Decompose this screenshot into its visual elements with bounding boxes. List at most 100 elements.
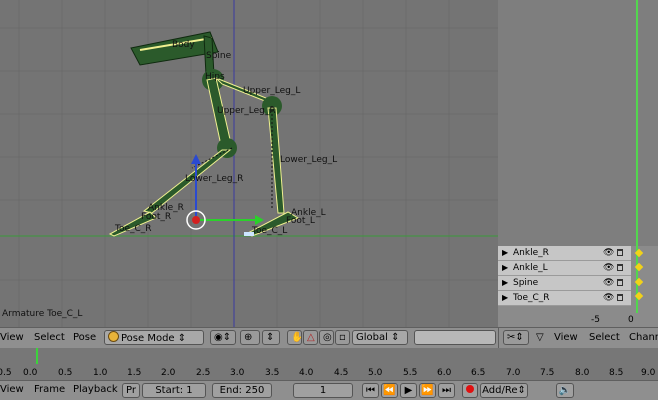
preview-range-button[interactable]: Pr [122, 383, 140, 398]
action-editor-ruler: -5 0 [498, 313, 658, 327]
channel-list: ▶ Ankle_R 👁 ▶ Ankle_L 👁 ▶ Spine 👁 ▶ Toe_C_R 👁 [498, 246, 631, 306]
bone-label-spine: Spine [206, 51, 232, 61]
tick-label: 8.0 [575, 368, 590, 378]
channel-row[interactable]: ▶ Ankle_L 👁 [498, 261, 631, 276]
scale-toggle[interactable]: ▫ [335, 330, 350, 345]
tick-label: 3.0 [230, 368, 245, 378]
bone-label-body: Body [172, 40, 195, 50]
manipulator-y-arrow[interactable] [255, 215, 264, 225]
pivot-icon: ⊕ [244, 332, 253, 343]
ipo-menu-channel[interactable]: Channel [629, 332, 658, 343]
channel-name: Spine [513, 278, 539, 288]
manipulator-z-arrow[interactable] [191, 154, 201, 164]
jump-end-button[interactable]: ⏭ [438, 383, 455, 398]
tick-label: 8.5 [609, 368, 624, 378]
eye-icon[interactable]: 👁 [603, 261, 614, 275]
tick-label: 1.0 [93, 368, 108, 378]
keying-mode-select[interactable]: Add/Re⇕ [480, 383, 528, 398]
next-key-icon: ⏩ [421, 385, 434, 396]
footer-menu-playback[interactable]: Playback [73, 384, 118, 395]
triangle-icon: △ [307, 332, 315, 343]
bone-label-foot-r: Foot_R [141, 212, 172, 222]
tick-label: 5.0 [368, 368, 383, 378]
footer-menu-view[interactable]: View [0, 384, 24, 395]
end-frame-field[interactable]: End: 250 [212, 383, 272, 398]
expand-triangle-icon[interactable]: ▶ [502, 276, 508, 290]
prev-key-icon: ⏪ [383, 385, 396, 396]
next-key-button[interactable]: ⏩ [419, 383, 436, 398]
channel-row[interactable]: ▶ Ankle_R 👁 [498, 246, 631, 261]
ipo-menu-view[interactable]: View [554, 332, 578, 343]
eye-icon[interactable]: 👁 [603, 246, 614, 260]
tick-label: 7.5 [540, 368, 555, 378]
expand-triangle-icon[interactable]: ▶ [502, 291, 508, 305]
circle-icon: ◎ [323, 332, 332, 343]
mode-select[interactable]: Pose Mode ⇕ [104, 330, 204, 345]
keying-mode-label: Add/Re [482, 385, 518, 396]
eye-icon[interactable]: 👁 [603, 276, 614, 290]
grid [0, 0, 498, 327]
bone-label-toe-l: Toe_C_L [252, 226, 288, 236]
mode-label: Pose Mode [121, 333, 175, 344]
tick-label: 4.0 [299, 368, 314, 378]
tick-label: 7.0 [506, 368, 521, 378]
start-frame-field[interactable]: Start: 1 [142, 383, 206, 398]
lock-icon[interactable] [617, 264, 623, 271]
active-object-label: Armature Toe_C_L [2, 309, 83, 319]
orientation-label: Global [356, 332, 388, 343]
armature-scene [0, 0, 498, 327]
footer-menu-frame[interactable]: Frame [34, 384, 65, 395]
timeline-header: View Frame Playback Pr Start: 1 End: 250… [0, 380, 658, 400]
3d-viewport[interactable]: Body Spine Hips Upper_Leg_L Upper_Leg_R … [0, 0, 498, 327]
lock-icon[interactable] [617, 279, 623, 286]
tick-label: -0.5 [0, 368, 12, 378]
square-icon: ▫ [339, 332, 346, 343]
record-button[interactable] [462, 383, 478, 398]
action-editor[interactable]: ▶ Ankle_R 👁 ▶ Ankle_L 👁 ▶ Spine 👁 ▶ Toe_C_R 👁 [498, 0, 658, 327]
editor-type-select[interactable]: ✂⇕ [503, 330, 529, 345]
draw-type-select[interactable]: ◉⇕ [210, 330, 236, 345]
tick-label: 1.5 [127, 368, 142, 378]
updown-arrows-icon: ⇕ [266, 332, 275, 343]
updown-arrows-icon: ⇕ [177, 333, 187, 344]
expand-triangle-icon[interactable]: ▶ [502, 261, 508, 275]
tick-label: 9.0 [641, 368, 656, 378]
3d-cursor-center [192, 216, 200, 224]
ipo-menu-select[interactable]: Select [589, 332, 620, 343]
3d-view-header: View Select Pose Pose Mode ⇕ ◉⇕ ⊕ ⇕ ✋ △ … [0, 327, 498, 348]
channel-row[interactable]: ▶ Toe_C_R 👁 [498, 291, 631, 306]
pivot-button[interactable]: ⊕ [240, 330, 260, 345]
menu-view[interactable]: View [0, 332, 24, 343]
audio-button[interactable]: 🔈 [556, 383, 574, 398]
record-icon [466, 385, 474, 393]
layer-buttons[interactable] [414, 330, 496, 345]
bone-label-upper-leg-r: Upper_Leg_R [217, 106, 276, 116]
lock-icon[interactable] [617, 294, 623, 301]
translate-toggle[interactable]: △ [303, 330, 318, 345]
channel-row[interactable]: ▶ Spine 👁 [498, 276, 631, 291]
expand-triangle-icon[interactable]: ▶ [502, 246, 508, 260]
collapse-triangle-icon[interactable]: ▽ [536, 332, 544, 343]
prev-key-button[interactable]: ⏪ [381, 383, 398, 398]
tick-label: 0.5 [58, 368, 73, 378]
action-editor-icon: ✂⇕ [507, 332, 524, 343]
tick-label: 6.0 [437, 368, 452, 378]
ruler-label: 0 [628, 315, 634, 325]
lock-icon[interactable] [617, 249, 623, 256]
action-editor-empty-area [498, 0, 658, 246]
pivot-dropdown[interactable]: ⇕ [262, 330, 280, 345]
rotate-toggle[interactable]: ◎ [319, 330, 334, 345]
manipulator-toggle[interactable]: ✋ [287, 330, 302, 345]
eye-icon[interactable]: 👁 [603, 291, 614, 305]
jump-start-button[interactable]: ⏮ [362, 383, 379, 398]
play-button[interactable]: ▶ [400, 383, 417, 398]
menu-select[interactable]: Select [34, 332, 65, 343]
current-frame-field[interactable]: 1 [293, 383, 353, 398]
menu-pose[interactable]: Pose [73, 332, 96, 343]
tick-label: 2.0 [161, 368, 176, 378]
channel-name: Toe_C_R [513, 293, 550, 303]
orientation-select[interactable]: Global ⇕ [352, 330, 408, 345]
tick-label: 0.0 [23, 368, 38, 378]
tick-label: 3.5 [265, 368, 280, 378]
bone-label-lower-leg-l: Lower_Leg_L [280, 155, 338, 165]
